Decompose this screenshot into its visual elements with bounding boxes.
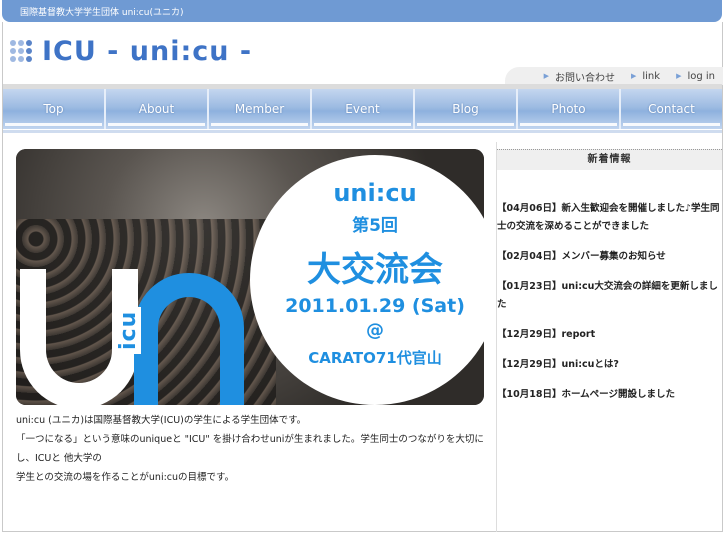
news-item[interactable]: 【01月23日】uni:cu大交流会の詳細を更新しました	[497, 278, 722, 314]
arrow-right-icon: ▶	[676, 72, 682, 80]
main-content: icu uni:cu 第5回 大交流会 2011.01.29 (Sat) @ C…	[16, 149, 484, 487]
arrow-right-icon: ▶	[543, 72, 549, 80]
news-item[interactable]: 【04月06日】新入生歓迎会を開催しました♪学生同士の交流を深めることができまし…	[497, 200, 722, 236]
login-link-label: log in	[687, 70, 715, 82]
logo-text: ICU - uni:cu -	[42, 35, 253, 67]
intro-line-2: 「一つになる」という意味のuniqueと "ICU" を掛け合わせuniが生まれ…	[16, 434, 484, 464]
sidebar-title: 新着情報	[497, 149, 722, 170]
main-nav: Top About Member Event Blog Photo Contac…	[3, 89, 722, 129]
icu-vertical-logo: icu	[116, 306, 141, 354]
nav-event[interactable]: Event	[312, 89, 415, 129]
nav-underline	[3, 130, 722, 133]
intro-line-1: uni:cu (ユニカ)は国際基督教大学(ICU)の学生による学生団体です。	[16, 415, 307, 426]
login-link[interactable]: ▶ log in	[676, 71, 715, 82]
news-item[interactable]: 【02月04日】メンバー募集のお知らせ	[497, 248, 722, 266]
intro-line-3: 学生との交流の場を作ることがuni:cuの目標です。	[16, 472, 235, 483]
event-banner[interactable]: icu uni:cu 第5回 大交流会 2011.01.29 (Sat) @ C…	[16, 149, 484, 405]
utility-nav: ▶ お問い合わせ ▶ link ▶ log in	[505, 67, 723, 85]
link-link-label: link	[642, 70, 661, 82]
nav-about[interactable]: About	[106, 89, 209, 129]
sidebar: 新着情報 【04月06日】新入生歓迎会を開催しました♪学生同士の交流を深めること…	[497, 149, 722, 416]
top-banner-bar: 国際基督教大学学生団体 uni:cu(ユニカ)	[2, 0, 722, 22]
banner-venue: CARATO71代官山	[308, 349, 442, 367]
contact-link-label: お問い合わせ	[554, 72, 615, 84]
intro-text: uni:cu (ユニカ)は国際基督教大学(ICU)の学生による学生団体です。 「…	[16, 411, 484, 487]
banner-date: 2011.01.29 (Sat)	[285, 295, 465, 317]
nav-contact[interactable]: Contact	[621, 89, 722, 129]
news-list: 【04月06日】新入生歓迎会を開催しました♪学生同士の交流を深めることができまし…	[497, 200, 722, 404]
logo-letter-n	[134, 273, 244, 405]
link-link[interactable]: ▶ link	[631, 71, 660, 82]
news-item[interactable]: 【12月29日】report	[497, 326, 722, 344]
nav-member[interactable]: Member	[209, 89, 312, 129]
site-logo[interactable]: ICU - uni:cu -	[10, 35, 253, 67]
site-tagline: 国際基督教大学学生団体 uni:cu(ユニカ)	[20, 8, 184, 18]
contact-link[interactable]: ▶ お問い合わせ	[544, 69, 615, 84]
logo-dots-icon	[10, 40, 32, 62]
nav-blog[interactable]: Blog	[415, 89, 518, 129]
banner-edition: 第5回	[352, 216, 398, 236]
news-item[interactable]: 【12月29日】uni:cuとは?	[497, 356, 722, 374]
nav-top[interactable]: Top	[3, 89, 106, 129]
banner-title: uni:cu	[333, 179, 417, 207]
news-item[interactable]: 【10月18日】ホームページ開設しました	[497, 386, 722, 404]
banner-event: 大交流会	[307, 250, 443, 290]
arrow-right-icon: ▶	[630, 72, 637, 80]
nav-photo[interactable]: Photo	[518, 89, 621, 129]
banner-at: @	[366, 320, 384, 341]
